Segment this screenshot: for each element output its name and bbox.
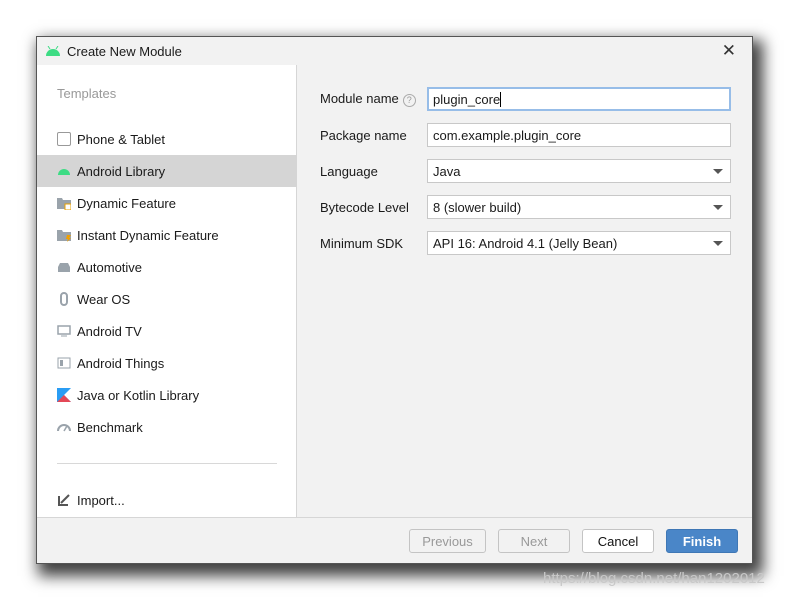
module-name-label: Module name? <box>320 91 428 107</box>
kotlin-icon <box>57 388 71 402</box>
car-icon <box>58 263 70 272</box>
watermark: https://blog.csdn.net/han1202012 <box>543 570 765 587</box>
android-icon <box>58 169 70 175</box>
minimum-sdk-label: Minimum SDK <box>320 235 404 251</box>
android-icon <box>46 46 60 56</box>
help-icon[interactable]: ? <box>402 94 416 107</box>
window-title: Create New Module <box>67 43 182 59</box>
module-name-input[interactable]: plugin_core <box>427 87 731 111</box>
things-icon <box>57 357 71 369</box>
module-form: Module name? plugin_core Package name co… <box>298 65 752 517</box>
templates-heading: Templates <box>57 86 117 101</box>
sidebar-item-android-things[interactable]: Android Things <box>37 347 297 379</box>
folder-feature-icon <box>57 198 71 210</box>
sidebar-item-android-library[interactable]: Android Library <box>37 155 297 187</box>
bytecode-level-label: Bytecode Level <box>320 199 409 215</box>
finish-button[interactable]: Finish <box>666 529 738 553</box>
sidebar-item-android-tv[interactable]: Android TV <box>37 315 297 347</box>
cancel-button[interactable]: Cancel <box>582 529 654 553</box>
tv-icon <box>57 325 71 337</box>
next-button[interactable]: Next <box>498 529 570 553</box>
import-icon <box>58 494 70 506</box>
chevron-down-icon <box>713 169 723 174</box>
close-icon[interactable]: ✕ <box>722 41 736 61</box>
folder-instant-icon <box>57 230 71 242</box>
sidebar-item-wear-os[interactable]: Wear OS <box>37 283 297 315</box>
import-button[interactable]: Import... <box>37 484 297 516</box>
sidebar-item-instant-dynamic-feature[interactable]: Instant Dynamic Feature <box>37 219 297 251</box>
template-sidebar: Templates Phone & Tablet Android Library… <box>37 65 297 517</box>
watch-icon <box>60 292 68 306</box>
language-select[interactable]: Java <box>427 159 731 183</box>
sidebar-item-phone-tablet[interactable]: Phone & Tablet <box>37 123 297 155</box>
phone-tablet-icon <box>57 132 71 146</box>
chevron-down-icon <box>713 241 723 246</box>
gauge-icon <box>57 424 71 432</box>
sidebar-divider <box>57 463 277 464</box>
package-name-input[interactable]: com.example.plugin_core <box>427 123 731 147</box>
minimum-sdk-select[interactable]: API 16: Android 4.1 (Jelly Bean) <box>427 231 731 255</box>
package-name-label: Package name <box>320 127 407 143</box>
chevron-down-icon <box>713 205 723 210</box>
dialog-footer: Previous Next Cancel Finish <box>37 517 752 564</box>
bytecode-level-select[interactable]: 8 (slower build) <box>427 195 731 219</box>
sidebar-item-java-kotlin-library[interactable]: Java or Kotlin Library <box>37 379 297 411</box>
sidebar-item-dynamic-feature[interactable]: Dynamic Feature <box>37 187 297 219</box>
sidebar-item-automotive[interactable]: Automotive <box>37 251 297 283</box>
previous-button[interactable]: Previous <box>409 529 486 553</box>
language-label: Language <box>320 163 378 179</box>
sidebar-item-benchmark[interactable]: Benchmark <box>37 411 297 443</box>
create-module-dialog: Create New Module ✕ Templates Phone & Ta… <box>36 36 753 564</box>
title-bar: Create New Module ✕ <box>37 37 752 65</box>
